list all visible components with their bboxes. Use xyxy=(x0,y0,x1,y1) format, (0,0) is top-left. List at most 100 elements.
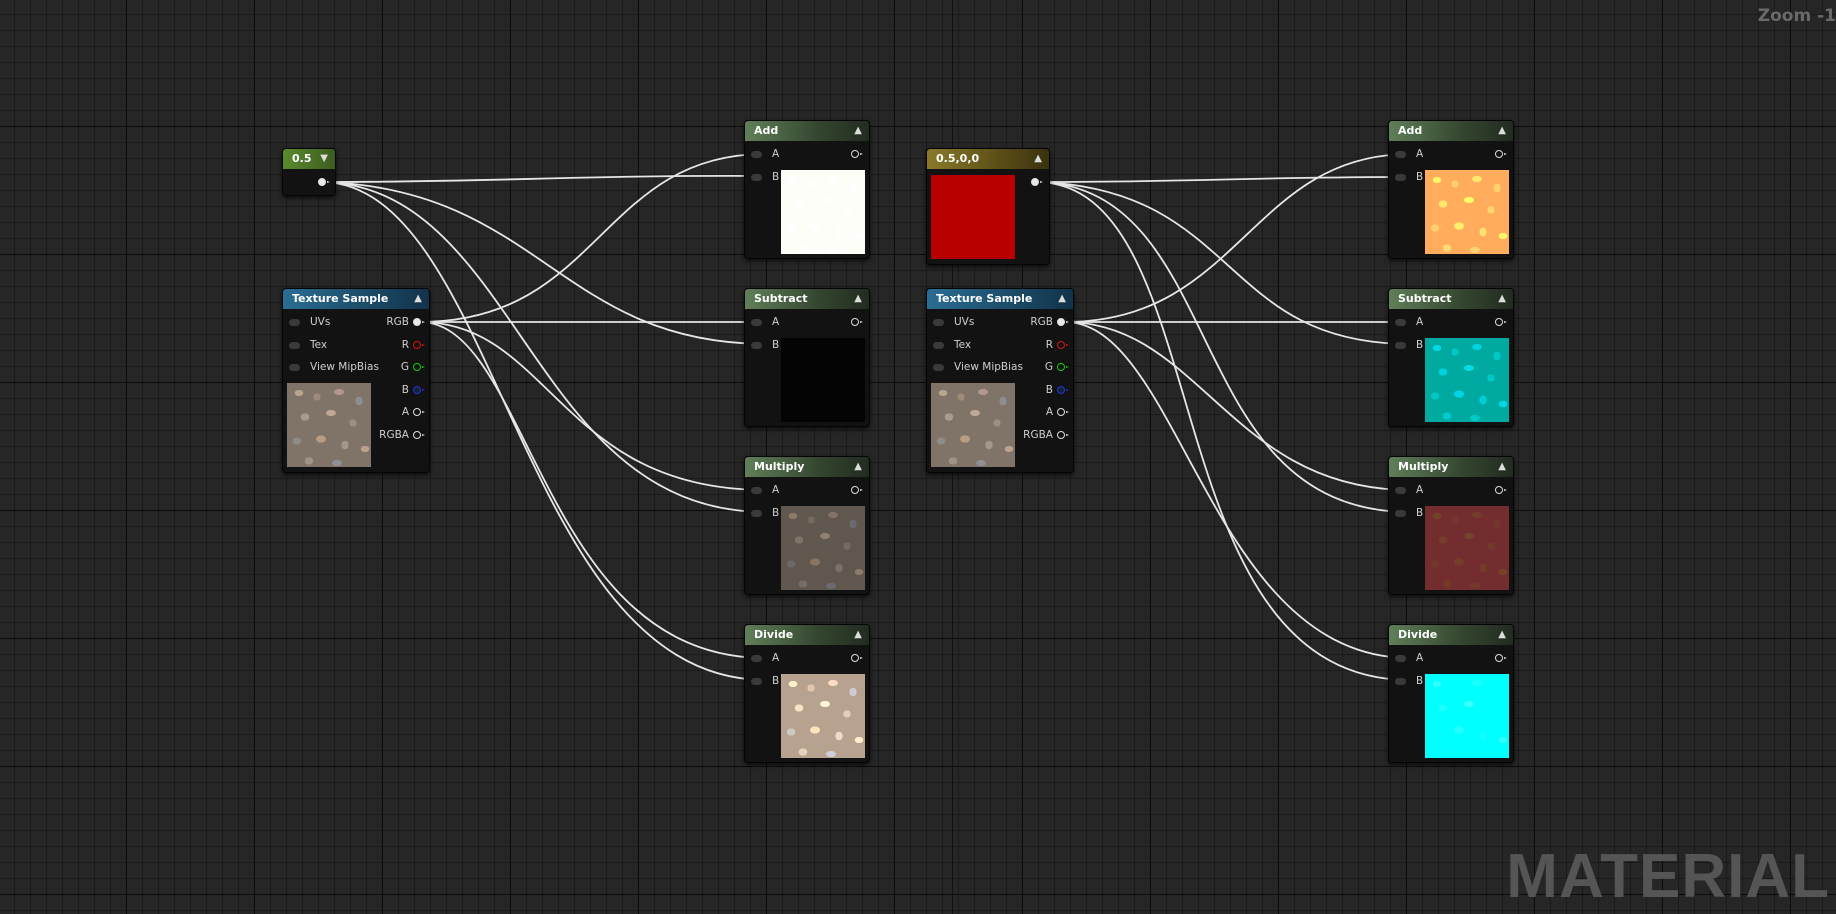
divide-node-2[interactable]: Divide ▲ A B xyxy=(1388,624,1514,763)
collapse-arrow-icon[interactable]: ▲ xyxy=(854,457,862,477)
collapse-arrow-icon[interactable]: ▲ xyxy=(1498,457,1506,477)
collapse-arrow-icon[interactable]: ▲ xyxy=(1034,149,1042,169)
node-title: Subtract xyxy=(1398,292,1452,305)
texture-preview xyxy=(287,383,371,467)
output-pin-rgb[interactable]: RGB xyxy=(1030,314,1069,330)
output-pin[interactable] xyxy=(851,150,863,158)
output-pin[interactable] xyxy=(1495,486,1507,494)
divide-preview xyxy=(781,674,865,758)
input-pin-a[interactable]: A xyxy=(751,650,779,666)
input-pin-b[interactable]: B xyxy=(751,673,779,689)
input-pin-a[interactable]: A xyxy=(751,482,779,498)
output-pin-b[interactable]: B xyxy=(402,382,425,398)
input-pin-tex[interactable]: Tex xyxy=(933,337,971,353)
collapse-arrow-icon[interactable]: ▲ xyxy=(414,289,422,309)
collapse-arrow-icon[interactable]: ▲ xyxy=(854,289,862,309)
collapse-arrow-icon[interactable]: ▲ xyxy=(1498,625,1506,645)
output-pin-r[interactable]: R xyxy=(402,337,425,353)
node-title: Multiply xyxy=(754,460,805,473)
material-graph-canvas[interactable]: Zoom -1 MATERIAL 0.5 ▼ Texture Sample ▲ … xyxy=(0,0,1836,914)
collapse-arrow-icon[interactable]: ▲ xyxy=(1498,121,1506,141)
node-title: Add xyxy=(1398,124,1423,137)
add-node[interactable]: Add ▲ A B xyxy=(744,120,870,259)
output-pin[interactable] xyxy=(1031,178,1043,186)
node-header[interactable]: Multiply ▲ xyxy=(745,457,869,477)
node-title: Divide xyxy=(754,628,794,641)
collapse-arrow-icon[interactable]: ▲ xyxy=(854,121,862,141)
input-pin-b[interactable]: B xyxy=(751,337,779,353)
input-pin-view-mipbias[interactable]: View MipBias xyxy=(289,359,379,375)
input-pin-b[interactable]: B xyxy=(1395,673,1423,689)
output-pin[interactable] xyxy=(1495,150,1507,158)
input-pin-a[interactable]: A xyxy=(1395,314,1423,330)
node-header[interactable]: Subtract ▲ xyxy=(1389,289,1513,309)
connection-wires xyxy=(324,153,1411,681)
node-header[interactable]: Texture Sample ▲ xyxy=(283,289,429,309)
output-pin[interactable] xyxy=(851,318,863,326)
input-pin-a[interactable]: A xyxy=(1395,650,1423,666)
output-pin[interactable] xyxy=(1495,318,1507,326)
input-pin-uvs[interactable]: UVs xyxy=(289,314,330,330)
texture-preview xyxy=(931,383,1015,467)
output-pin-rgb[interactable]: RGB xyxy=(386,314,425,330)
subtract-node[interactable]: Subtract ▲ A B xyxy=(744,288,870,427)
input-pin-a[interactable]: A xyxy=(1395,146,1423,162)
node-header[interactable]: Add ▲ xyxy=(745,121,869,141)
input-pin-a[interactable]: A xyxy=(751,146,779,162)
zoom-level-label: Zoom -1 xyxy=(1757,6,1836,26)
texture-sample-node-2[interactable]: Texture Sample ▲ UVs Tex View MipBias RG… xyxy=(926,288,1074,473)
output-pin-a[interactable]: A xyxy=(402,404,425,420)
output-pin-a[interactable]: A xyxy=(1046,404,1069,420)
node-header[interactable]: Divide ▲ xyxy=(745,625,869,645)
subtract-node-2[interactable]: Subtract ▲ A B xyxy=(1388,288,1514,427)
vector-constant-node[interactable]: 0.5,0,0 ▲ xyxy=(926,148,1050,265)
wire xyxy=(1039,176,1411,183)
input-pin-tex[interactable]: Tex xyxy=(289,337,327,353)
add-preview xyxy=(1425,170,1509,254)
node-header[interactable]: Texture Sample ▲ xyxy=(927,289,1073,309)
output-pin[interactable] xyxy=(851,486,863,494)
wire xyxy=(1064,321,1411,659)
node-header[interactable]: 0.5 ▼ xyxy=(283,149,335,169)
node-header[interactable]: 0.5,0,0 ▲ xyxy=(927,149,1049,169)
collapse-arrow-icon[interactable]: ▲ xyxy=(1058,289,1066,309)
node-title: 0.5,0,0 xyxy=(936,152,980,165)
output-pin-b[interactable]: B xyxy=(1046,382,1069,398)
add-node-2[interactable]: Add ▲ A B xyxy=(1388,120,1514,259)
multiply-preview xyxy=(781,506,865,590)
node-title: Subtract xyxy=(754,292,808,305)
input-pin-b[interactable]: B xyxy=(751,169,779,185)
output-pin[interactable] xyxy=(318,178,330,186)
node-header[interactable]: Divide ▲ xyxy=(1389,625,1513,645)
collapse-arrow-icon[interactable]: ▲ xyxy=(854,625,862,645)
divide-preview xyxy=(1425,674,1509,758)
texture-sample-node[interactable]: Texture Sample ▲ UVs Tex View MipBias RG… xyxy=(282,288,430,473)
input-pin-a[interactable]: A xyxy=(1395,482,1423,498)
output-pin[interactable] xyxy=(851,654,863,662)
node-title: Multiply xyxy=(1398,460,1449,473)
output-pin-r[interactable]: R xyxy=(1046,337,1069,353)
node-header[interactable]: Add ▲ xyxy=(1389,121,1513,141)
node-title: Add xyxy=(754,124,779,137)
input-pin-b[interactable]: B xyxy=(1395,337,1423,353)
scalar-constant-node[interactable]: 0.5 ▼ xyxy=(282,148,336,196)
node-title: 0.5 xyxy=(292,152,312,165)
output-pin-rgba[interactable]: RGBA xyxy=(1023,427,1069,443)
collapse-arrow-icon[interactable]: ▼ xyxy=(320,149,328,169)
output-pin-rgba[interactable]: RGBA xyxy=(379,427,425,443)
input-pin-a[interactable]: A xyxy=(751,314,779,330)
collapse-arrow-icon[interactable]: ▲ xyxy=(1498,289,1506,309)
multiply-node[interactable]: Multiply ▲ A B xyxy=(744,456,870,595)
output-pin-g[interactable]: G xyxy=(401,359,425,375)
divide-node[interactable]: Divide ▲ A B xyxy=(744,624,870,763)
input-pin-view-mipbias[interactable]: View MipBias xyxy=(933,359,1023,375)
node-header[interactable]: Multiply ▲ xyxy=(1389,457,1513,477)
input-pin-b[interactable]: B xyxy=(1395,505,1423,521)
input-pin-b[interactable]: B xyxy=(751,505,779,521)
input-pin-uvs[interactable]: UVs xyxy=(933,314,974,330)
input-pin-b[interactable]: B xyxy=(1395,169,1423,185)
multiply-node-2[interactable]: Multiply ▲ A B xyxy=(1388,456,1514,595)
output-pin-g[interactable]: G xyxy=(1045,359,1069,375)
output-pin[interactable] xyxy=(1495,654,1507,662)
node-header[interactable]: Subtract ▲ xyxy=(745,289,869,309)
